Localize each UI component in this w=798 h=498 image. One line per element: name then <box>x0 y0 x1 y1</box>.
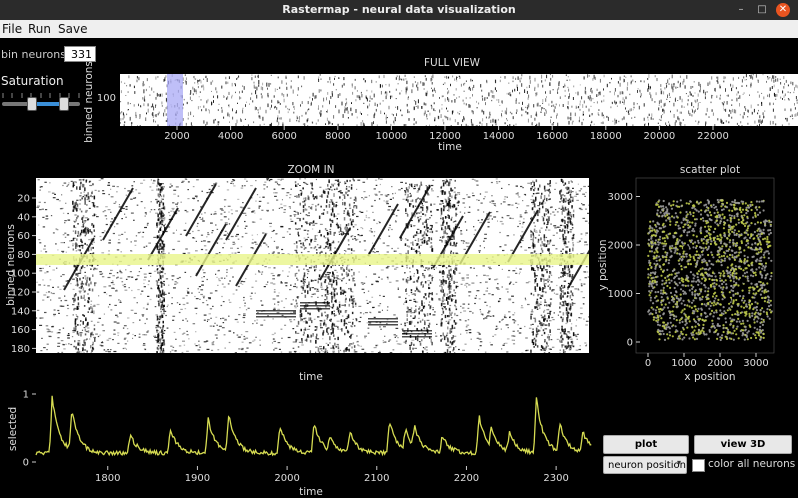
trace-ytick: 1 <box>23 390 29 401</box>
full-view-title: FULL VIEW <box>424 57 481 69</box>
zoom-ytick: 100 <box>11 269 30 280</box>
trace-ylabel: selected <box>7 407 19 451</box>
menu-save[interactable]: Save <box>58 22 87 36</box>
full-view-xtick: 22000 <box>697 131 729 142</box>
zoom-ytick: 140 <box>11 306 30 317</box>
color-by-value: neuron position <box>608 460 686 471</box>
zoom-xlabel: time <box>299 371 323 383</box>
close-button[interactable]: ✕ <box>776 3 790 17</box>
zoom-ytick: 20 <box>17 194 30 205</box>
trace-xtick: 1800 <box>95 473 120 484</box>
title-bar: Rastermap - neural data visualization – … <box>0 0 798 20</box>
full-view-xtick: 6000 <box>271 131 296 142</box>
color-all-checkbox[interactable] <box>692 459 705 472</box>
zoom-selection-band[interactable] <box>36 254 589 265</box>
scatter-ytick: 2000 <box>608 241 633 252</box>
scatter-xtick: 0 <box>645 358 651 369</box>
minimize-button[interactable]: – <box>734 3 748 17</box>
full-view-xtick: 10000 <box>375 131 407 142</box>
zoom-ytick: 40 <box>17 212 30 223</box>
menu-bar: File Run Save <box>0 20 798 38</box>
scatter-xtick: 3000 <box>743 358 768 369</box>
full-view-xtick: 16000 <box>536 131 568 142</box>
scatter-xtick: 1000 <box>671 358 696 369</box>
zoom-ytick: 160 <box>11 325 30 336</box>
maximize-button[interactable]: □ <box>755 3 769 17</box>
zoom-ytick: 180 <box>11 344 30 355</box>
trace-xtick: 2300 <box>543 473 568 484</box>
color-by-dropdown[interactable]: neuron position <box>603 456 687 474</box>
menu-run[interactable]: Run <box>28 22 51 36</box>
zoom-ytick: 60 <box>17 231 30 242</box>
selected-trace-plot[interactable]: selected 0 1 1800 1900 2000 2100 2200 2300 time <box>0 384 596 498</box>
saturation-label: Saturation <box>1 74 64 88</box>
saturation-max-handle[interactable] <box>58 97 69 111</box>
trace-xtick: 1900 <box>185 473 210 484</box>
scatter-xtick: 2000 <box>707 358 732 369</box>
full-view-plot[interactable]: FULL VIEW binned neurons 100 2000 4000 600… <box>80 54 798 158</box>
scatter-ytick: 1000 <box>608 289 633 300</box>
zoom-title: ZOOM IN <box>287 164 334 176</box>
menu-file[interactable]: File <box>2 22 22 36</box>
scatter-ytick: 3000 <box>608 192 633 203</box>
full-view-xtick: 8000 <box>325 131 350 142</box>
full-view-xtick: 4000 <box>218 131 243 142</box>
scatter-xlabel: x position <box>684 371 735 383</box>
full-view-xlabel: time <box>438 141 462 153</box>
scatter-plot[interactable]: scatter plot y position 01000200030000 10… <box>596 160 798 386</box>
plot-button[interactable]: plot <box>603 435 689 454</box>
saturation-min-handle[interactable] <box>26 97 37 111</box>
full-view-xtick: 20000 <box>643 131 675 142</box>
scatter-title: scatter plot <box>680 164 740 176</box>
trace-xtick: 2100 <box>364 473 389 484</box>
window-title: Rastermap - neural data visualization <box>282 3 516 16</box>
full-view-xtick: 14000 <box>483 131 515 142</box>
full-view-raster[interactable] <box>120 74 798 126</box>
full-view-xtick: 18000 <box>590 131 622 142</box>
bin-neurons-label: bin neurons: <box>1 48 70 61</box>
zoom-in-plot[interactable]: ZOOM IN binned neurons 20406080100120140… <box>0 160 594 386</box>
scatter-ytick: 0 <box>627 338 633 349</box>
color-all-label: color all neurons <box>708 458 796 470</box>
full-view-highlight[interactable] <box>167 74 183 126</box>
full-view-xtick: 2000 <box>164 131 189 142</box>
trace-ytick: 0 <box>23 458 29 469</box>
full-view-ytick: 100 <box>97 93 116 104</box>
zoom-ytick: 120 <box>11 288 30 299</box>
trace-xlabel: time <box>299 486 323 498</box>
view-3d-button[interactable]: view 3D <box>694 435 792 454</box>
zoom-ytick: 80 <box>17 250 30 261</box>
full-view-ylabel: binned neurons <box>83 61 95 143</box>
trace-xtick: 2200 <box>454 473 479 484</box>
chevron-down-icon: ▾ <box>677 458 682 467</box>
trace-xtick: 2000 <box>274 473 299 484</box>
